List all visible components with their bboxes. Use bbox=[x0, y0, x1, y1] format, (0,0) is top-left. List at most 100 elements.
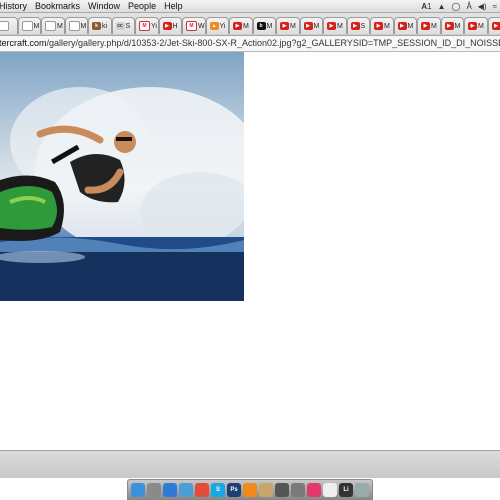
tab-label: M bbox=[33, 22, 40, 30]
menu-window[interactable]: Window bbox=[88, 1, 128, 11]
chrome-icon[interactable] bbox=[195, 483, 209, 497]
bluetooth-icon[interactable]: Å bbox=[466, 2, 471, 11]
tab-label: Yi bbox=[151, 22, 157, 30]
notification-icon[interactable]: ▲ bbox=[438, 2, 446, 11]
browser-tab[interactable]: k ki bbox=[88, 17, 112, 34]
browser-tab[interactable]: M bbox=[17, 17, 41, 34]
youtube-icon: ▶ bbox=[421, 22, 430, 30]
tab-label: M bbox=[407, 22, 414, 30]
browser-tab[interactable]: ▶M bbox=[229, 17, 253, 34]
browser-tab[interactable]: ▶M bbox=[370, 17, 394, 34]
tab-label: M bbox=[337, 22, 343, 30]
address-bar[interactable]: tercraft.com/gallery/gallery.php/d/10353… bbox=[0, 36, 500, 52]
b-icon: b bbox=[256, 22, 266, 30]
tab-label: M bbox=[243, 22, 249, 30]
wifi-icon[interactable]: ≈ bbox=[493, 2, 497, 11]
page-icon bbox=[68, 21, 80, 31]
vlc-icon[interactable] bbox=[243, 483, 257, 497]
browser-tab[interactable]: ▶M bbox=[440, 17, 464, 34]
youtube-icon: ▶ bbox=[280, 22, 289, 30]
cut-tab-icon bbox=[0, 21, 9, 31]
cone-icon: ▲ bbox=[209, 22, 219, 30]
tab-label: M bbox=[384, 22, 390, 30]
browser-tab[interactable]: ▲ Yi bbox=[205, 17, 229, 34]
browser-tab[interactable]: ▶M bbox=[417, 17, 441, 34]
tab-label: M bbox=[266, 22, 273, 30]
url-text[interactable]: tercraft.com/gallery/gallery.php/d/10353… bbox=[0, 36, 500, 51]
tab-label: S bbox=[360, 22, 366, 30]
browser-tab[interactable]: bM bbox=[252, 17, 276, 34]
tab-label: Yi bbox=[219, 22, 226, 30]
tab-label: ki bbox=[102, 22, 108, 30]
tab-label: M bbox=[478, 22, 484, 30]
gmail-icon: M bbox=[139, 21, 150, 31]
youtube-icon: ▶ bbox=[468, 22, 477, 30]
safari-icon[interactable] bbox=[163, 483, 177, 497]
tab-label: W bbox=[198, 22, 205, 30]
browser-tab[interactable]: ▶M bbox=[464, 17, 488, 34]
live-icon[interactable]: Li bbox=[339, 483, 353, 497]
browser-tab[interactable]: cc S bbox=[111, 17, 135, 34]
youtube-icon: ▶ bbox=[444, 22, 454, 30]
browser-tab[interactable]: ▶M bbox=[393, 17, 417, 34]
preview-icon[interactable] bbox=[179, 483, 193, 497]
finder-icon[interactable] bbox=[131, 483, 145, 497]
tab-label: M bbox=[431, 22, 437, 30]
jet-ski-photo[interactable] bbox=[0, 52, 244, 301]
page-content bbox=[0, 52, 500, 450]
time-machine-icon[interactable]: ◯ bbox=[451, 2, 460, 11]
menu-bookmarks[interactable]: Bookmarks bbox=[35, 1, 88, 11]
youtube-icon: ▶ bbox=[491, 22, 500, 30]
youtube-icon: ▶ bbox=[374, 22, 383, 30]
itunes-icon[interactable] bbox=[307, 483, 321, 497]
download-bar bbox=[0, 450, 500, 478]
browser-tab[interactable] bbox=[0, 17, 18, 34]
browser-tab[interactable]: ▶M bbox=[276, 17, 300, 34]
unknown-icon[interactable] bbox=[275, 483, 289, 497]
tab-label: M bbox=[313, 22, 320, 30]
camera-icon[interactable] bbox=[291, 483, 305, 497]
menu-help[interactable]: Help bbox=[164, 1, 191, 11]
tab-label: M bbox=[80, 22, 87, 30]
browser-tab[interactable]: M bbox=[41, 17, 65, 34]
cursor-icon[interactable] bbox=[323, 483, 337, 497]
menu-people[interactable]: People bbox=[128, 1, 164, 11]
tab-bar: M M Mk ki cc S M Yi ▶ H M W ▲ Yi ▶ Mb M ▶ M ▶ M ▶ M ▶ S ▶ M ▶ M ▶ M ▶ M ▶… bbox=[0, 13, 500, 36]
browser-tab[interactable]: M bbox=[64, 17, 88, 34]
launchpad-icon[interactable] bbox=[147, 483, 161, 497]
browser-tab[interactable]: MW bbox=[182, 17, 206, 34]
folder-icon[interactable] bbox=[259, 483, 273, 497]
page-icon bbox=[21, 21, 33, 31]
browser-tab[interactable]: ▶M bbox=[487, 17, 500, 34]
youtube-icon: ▶ bbox=[350, 22, 360, 30]
menu-history[interactable]: History bbox=[0, 1, 35, 11]
photoshop-icon[interactable]: Ps bbox=[227, 483, 241, 497]
tab-label: M bbox=[57, 22, 63, 30]
tab-label: M bbox=[454, 22, 461, 30]
gmail-icon: M bbox=[186, 21, 197, 31]
kickstarter-icon: k bbox=[92, 22, 101, 30]
dock: S Ps Li bbox=[127, 479, 373, 500]
volume-icon[interactable]: ◀) bbox=[478, 2, 487, 11]
adobe-icon[interactable]: A1 bbox=[421, 2, 431, 11]
youtube-icon: ▶ bbox=[233, 22, 242, 30]
jet-ski-illustration bbox=[0, 87, 244, 301]
tab-label: M bbox=[290, 22, 296, 30]
skype-icon[interactable]: S bbox=[211, 483, 225, 497]
tab-label: H bbox=[172, 22, 178, 30]
youtube-icon: ▶ bbox=[303, 22, 313, 30]
youtube-icon: ▶ bbox=[397, 22, 407, 30]
status-area: A1 ▲ ◯ Å ◀) ≈ bbox=[421, 0, 497, 12]
page-icon bbox=[45, 21, 56, 31]
browser-tab[interactable]: ▶ H bbox=[158, 17, 182, 34]
cc-icon: cc bbox=[115, 22, 125, 30]
browser-tab[interactable]: ▶M bbox=[299, 17, 323, 34]
trash-icon[interactable] bbox=[355, 483, 369, 497]
menu-list: History Bookmarks Window People Help bbox=[0, 1, 191, 11]
browser-tab[interactable]: M Yi bbox=[135, 17, 159, 34]
browser-tab[interactable]: ▶M bbox=[323, 17, 347, 34]
browser-tab[interactable]: ▶ S bbox=[346, 17, 370, 34]
menu-bar: History Bookmarks Window People Help A1 ▲ ◯ … bbox=[0, 0, 500, 13]
youtube-icon: ▶ bbox=[162, 22, 172, 30]
tab-label: S bbox=[125, 22, 131, 30]
